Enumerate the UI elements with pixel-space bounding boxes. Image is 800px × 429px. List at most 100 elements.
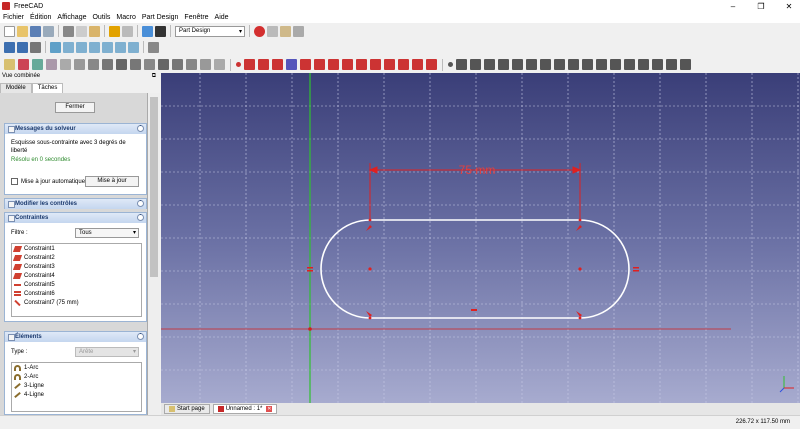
constrain-symmetric-icon[interactable]: [554, 59, 565, 70]
constrain-equal-icon[interactable]: [540, 59, 551, 70]
sketch-bspline-icon[interactable]: [300, 59, 311, 70]
menu-edition[interactable]: Édition: [27, 14, 54, 21]
update-button[interactable]: Mise à jour: [85, 176, 139, 187]
sketch-grid-icon[interactable]: [680, 59, 691, 70]
sketch-view[interactable]: 75 mm: [161, 73, 800, 403]
slot-profile[interactable]: [320, 219, 630, 319]
sketch-conic-icon[interactable]: [286, 59, 297, 70]
stop-macro-icon[interactable]: [267, 25, 278, 37]
constrain-vertical-icon[interactable]: [470, 59, 481, 70]
menu-affichage[interactable]: Affichage: [54, 14, 89, 21]
constrain-coincident-icon[interactable]: [448, 62, 453, 67]
constrain-horizontal-icon[interactable]: [484, 59, 495, 70]
sketch-canvas[interactable]: 75 mm: [161, 73, 800, 403]
measure-icon[interactable]: [148, 41, 159, 53]
groove-icon[interactable]: [186, 59, 197, 70]
fillet-icon[interactable]: [200, 59, 211, 70]
cut-icon[interactable]: [63, 25, 74, 37]
view-rear-icon[interactable]: [102, 41, 113, 53]
pocket-icon[interactable]: [158, 59, 169, 70]
menu-fenetre[interactable]: Fenêtre: [181, 14, 211, 21]
list-item[interactable]: Constraint1: [12, 244, 141, 253]
view-front-icon[interactable]: [63, 41, 74, 53]
constrain-horizontal-distance-icon[interactable]: [582, 59, 593, 70]
view-top-icon[interactable]: [76, 41, 87, 53]
create-body-icon[interactable]: [4, 59, 15, 70]
copy-icon[interactable]: [76, 25, 87, 37]
view-left-icon[interactable]: [128, 41, 139, 53]
record-macro-icon[interactable]: [254, 25, 265, 37]
expand-icon[interactable]: ˇ: [137, 200, 144, 207]
constrain-distance-icon[interactable]: [610, 59, 621, 70]
solver-messages-header[interactable]: Messages du solveur ˆ: [5, 124, 146, 134]
chamfer-icon[interactable]: [214, 59, 225, 70]
task-panel-scrollbar[interactable]: [148, 93, 160, 415]
auto-update-checkbox[interactable]: [11, 178, 18, 185]
datum-plane-icon[interactable]: [88, 59, 99, 70]
close-button[interactable]: Fermer: [55, 102, 95, 113]
fit-all-icon[interactable]: [4, 41, 15, 53]
sketch-carbon-copy-icon[interactable]: [426, 59, 437, 70]
constrain-radius-icon[interactable]: [624, 59, 635, 70]
revolution-icon[interactable]: [116, 59, 127, 70]
sketch-view-section-icon[interactable]: [666, 59, 677, 70]
constrain-angle-icon[interactable]: [638, 59, 649, 70]
constraints-header[interactable]: Contraintes ˆ: [5, 213, 146, 223]
collapse-icon[interactable]: ˆ: [137, 214, 144, 221]
tab-unnamed[interactable]: Unnamed : 1* ✕: [212, 404, 278, 414]
sketch-point-icon[interactable]: [236, 62, 241, 67]
list-item[interactable]: 1-Arc: [12, 363, 141, 372]
list-item[interactable]: 3-Ligne: [12, 381, 141, 390]
pipe-icon[interactable]: [144, 59, 155, 70]
refresh-icon[interactable]: [142, 25, 153, 37]
sketch-line-icon[interactable]: [244, 59, 255, 70]
sketch-circle-icon[interactable]: [272, 59, 283, 70]
type-select[interactable]: Arête ▾: [75, 347, 139, 357]
list-item[interactable]: Constraint5: [12, 280, 141, 289]
sketch-extend-icon[interactable]: [398, 59, 409, 70]
menu-fichier[interactable]: Fichier: [0, 14, 27, 21]
list-item[interactable]: 4-Ligne: [12, 390, 141, 399]
pad-icon[interactable]: [102, 59, 113, 70]
collapse-icon[interactable]: ˆ: [137, 333, 144, 340]
fit-selection-icon[interactable]: [17, 41, 28, 53]
sketch-external-icon[interactable]: [412, 59, 423, 70]
map-sketch-icon[interactable]: [46, 59, 57, 70]
datum-line-icon[interactable]: [74, 59, 85, 70]
whats-this-icon[interactable]: [155, 25, 166, 37]
scrollbar-thumb[interactable]: [150, 97, 158, 277]
edit-macro-icon[interactable]: [280, 25, 291, 37]
close-tab-icon[interactable]: ✕: [266, 406, 273, 412]
tab-start-page[interactable]: Start page: [164, 404, 210, 414]
menu-macro[interactable]: Macro: [113, 14, 138, 21]
undo-icon[interactable]: [109, 25, 120, 37]
menu-outils[interactable]: Outils: [89, 14, 113, 21]
constrain-tangent-icon[interactable]: [526, 59, 537, 70]
elements-header[interactable]: Éléments ˆ: [5, 332, 146, 342]
constrain-point-on-object-icon[interactable]: [456, 59, 467, 70]
workbench-selector[interactable]: Part Design ▾: [175, 25, 245, 37]
datum-point-icon[interactable]: [60, 59, 71, 70]
constrain-vertical-distance-icon[interactable]: [596, 59, 607, 70]
validate-sketch-icon[interactable]: [32, 59, 43, 70]
menu-aide[interactable]: Aide: [212, 14, 232, 21]
float-panel-icon[interactable]: ⧉: [152, 73, 156, 80]
hole-icon[interactable]: [172, 59, 183, 70]
list-item[interactable]: 2-Arc: [12, 372, 141, 381]
sketch-fillet-icon[interactable]: [370, 59, 381, 70]
tab-taches[interactable]: Tâches: [31, 83, 64, 93]
paste-icon[interactable]: [89, 25, 100, 37]
save-as-icon[interactable]: [43, 25, 54, 37]
list-item[interactable]: Constraint4: [12, 271, 141, 280]
toggle-construction-icon[interactable]: [652, 59, 663, 70]
origin-point[interactable]: [308, 327, 312, 331]
constrain-perpendicular-icon[interactable]: [512, 59, 523, 70]
view-isometric-icon[interactable]: [50, 41, 61, 53]
view-bottom-icon[interactable]: [115, 41, 126, 53]
menu-part-design[interactable]: Part Design: [139, 14, 182, 21]
constrain-lock-icon[interactable]: [568, 59, 579, 70]
list-item[interactable]: Constraint2: [12, 253, 141, 262]
filter-select[interactable]: Tous ▾: [75, 228, 139, 238]
tab-modele[interactable]: Modèle: [0, 83, 32, 93]
list-item[interactable]: Constraint7 (75 mm): [12, 298, 141, 307]
